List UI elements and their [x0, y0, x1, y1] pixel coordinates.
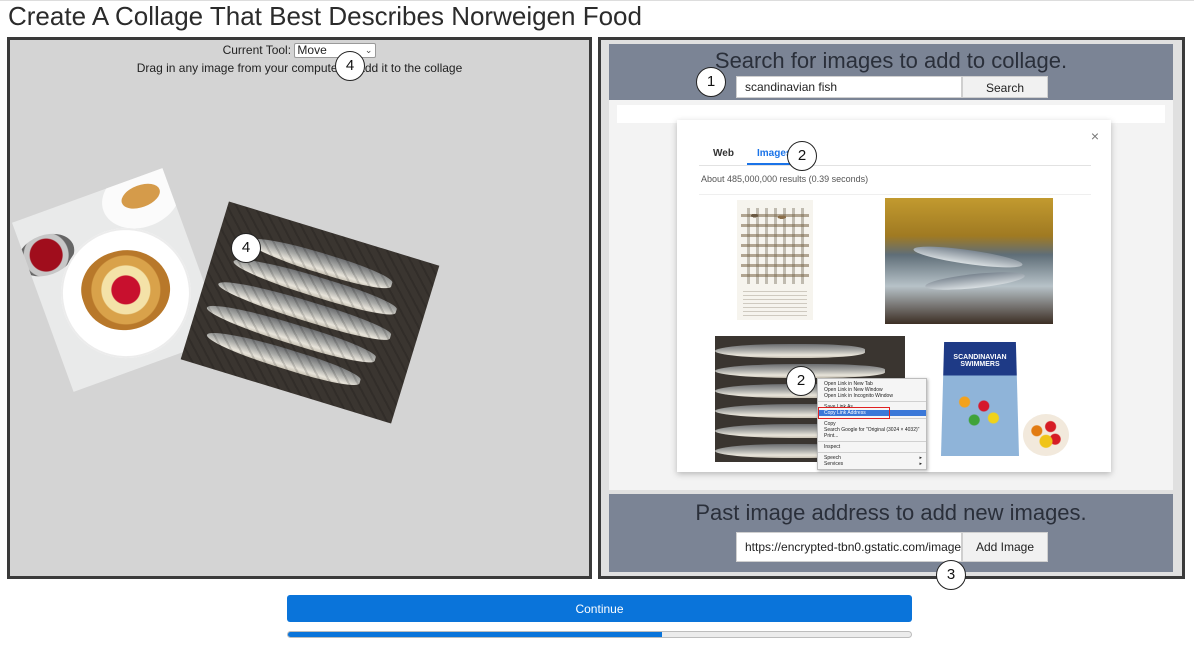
step-marker-2: 2	[786, 366, 816, 396]
menu-item-open-incognito[interactable]: Open Link in Incognito Window	[818, 393, 926, 399]
tool-row: Current Tool: Move ⌄	[10, 42, 589, 59]
menu-item-services[interactable]: Services ▸	[818, 461, 926, 467]
results-area: × Web Images About 485,000,000 results (…	[609, 100, 1173, 490]
tool-select-value: Move	[297, 43, 327, 58]
step-marker-1: 1	[696, 67, 726, 97]
search-header: Search for images to add to collage. sca…	[609, 44, 1173, 100]
add-image-button[interactable]: Add Image	[962, 532, 1048, 562]
chevron-down-icon: ⌄	[364, 45, 373, 56]
candy-bag-label: SCANDINAVIAN SWIMMERS	[953, 354, 1007, 368]
paste-title: Past image address to add new images.	[695, 500, 1087, 525]
close-icon[interactable]: ×	[1091, 128, 1099, 144]
highlight-box	[818, 407, 890, 419]
current-tool-label: Current Tool:	[222, 43, 292, 57]
progress-bar	[287, 631, 912, 638]
tool-select[interactable]: Move ⌄	[294, 43, 377, 59]
progress-fill	[288, 632, 662, 637]
image-url-input[interactable]: https://encrypted-tbn0.gstatic.com/image…	[736, 532, 962, 562]
step-marker-3: 3	[936, 560, 966, 590]
fish-shape	[715, 344, 865, 358]
menu-item-print[interactable]: Print...	[818, 433, 926, 439]
step-marker-2: 2	[787, 141, 817, 171]
drag-hint: Drag in any image from your computer to …	[136, 61, 463, 75]
divider	[699, 165, 1091, 166]
menu-item-services-label: Services	[824, 461, 844, 467]
fish-shape	[924, 268, 1026, 294]
chevron-right-icon: ▸	[919, 461, 922, 467]
candy-bowl	[1023, 414, 1069, 456]
continue-button[interactable]: Continue	[287, 595, 912, 622]
collage-image-fish[interactable]	[180, 201, 440, 424]
result-image-canned-fish[interactable]	[885, 198, 1053, 324]
collage-canvas[interactable]: Current Tool: Move ⌄ Drag in any image f…	[7, 37, 592, 579]
result-count: About 485,000,000 results (0.39 seconds)	[701, 174, 869, 184]
step-marker-4: 4	[231, 233, 261, 263]
gummies-shape	[955, 390, 1003, 430]
menu-separator	[818, 401, 926, 402]
results-card: × Web Images About 485,000,000 results (…	[677, 120, 1111, 472]
divider	[699, 194, 1091, 195]
chart-text	[743, 290, 807, 316]
tab-web[interactable]: Web	[713, 148, 734, 159]
page-title: Create A Collage That Best Describes Nor…	[8, 1, 642, 31]
search-title: Search for images to add to collage.	[714, 48, 1068, 73]
paste-section: Past image address to add new images. ht…	[609, 494, 1173, 572]
menu-item-inspect[interactable]: Inspect	[818, 444, 926, 450]
search-input[interactable]: scandinavian fish	[736, 76, 962, 98]
step-marker-4: 4	[335, 51, 365, 81]
fish-shape	[912, 242, 1024, 272]
chart-grid	[741, 208, 809, 284]
menu-separator	[818, 441, 926, 442]
result-image-fish-chart[interactable]	[737, 200, 813, 320]
net-texture	[180, 201, 440, 424]
search-button[interactable]: Search	[962, 76, 1048, 98]
candy-bag: SCANDINAVIAN SWIMMERS	[941, 342, 1019, 456]
result-image-candy[interactable]: SCANDINAVIAN SWIMMERS	[939, 342, 1069, 462]
image-search-panel: Search for images to add to collage. sca…	[598, 37, 1185, 579]
menu-separator	[818, 452, 926, 453]
context-menu: Open Link in New Tab Open Link in New Wi…	[817, 378, 927, 470]
